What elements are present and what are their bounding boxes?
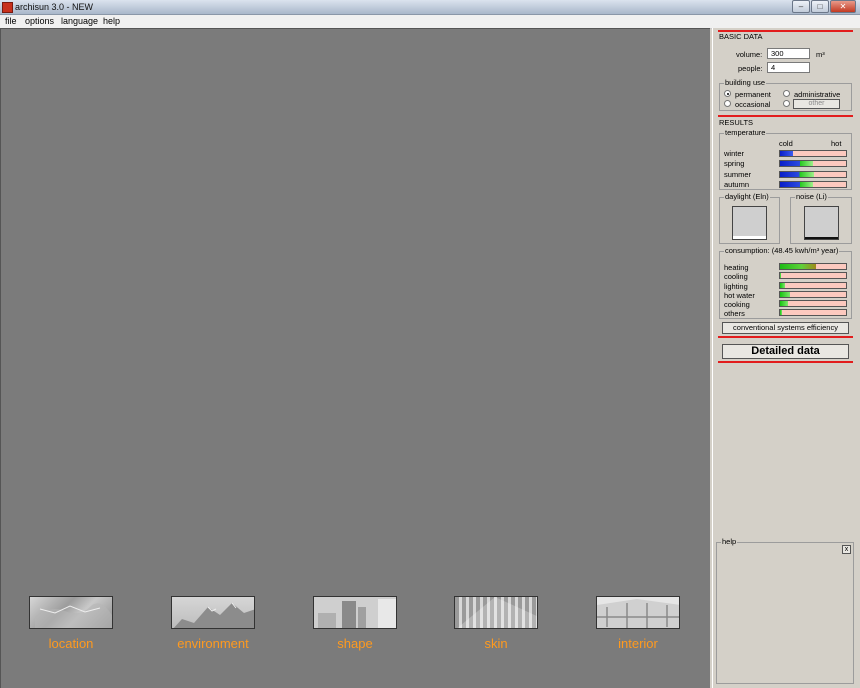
cooking-bar [779, 300, 847, 307]
results-title: RESULTS [719, 118, 754, 127]
winter-bar-fill [780, 151, 794, 156]
consumption-title: consumption: (48.45 kwh/m³ year) [724, 246, 840, 255]
location-label[interactable]: location [16, 636, 126, 651]
separator-line [718, 115, 853, 117]
minimize-button[interactable]: – [792, 0, 810, 13]
winter-label: winter [724, 149, 745, 158]
environment-thumbnail[interactable] [171, 596, 255, 629]
location-thumbnail[interactable] [29, 596, 113, 629]
radio-administrative[interactable] [783, 90, 790, 97]
window-title: archisun 3.0 - NEW [15, 2, 94, 12]
minimize-icon: – [798, 2, 804, 11]
environment-label[interactable]: environment [158, 636, 268, 651]
shape-thumbnail[interactable] [313, 596, 397, 629]
people-label: people: [738, 64, 763, 73]
building-use-title: building use [724, 78, 767, 87]
noise-title: noise (Li) [795, 192, 828, 201]
lighting-label: lighting [724, 282, 748, 291]
volume-unit: m³ [816, 50, 825, 59]
close-icon: ✕ [839, 2, 847, 11]
heating-bar-fill [780, 264, 817, 269]
hot-label: hot [831, 139, 842, 148]
radio-occasional[interactable] [724, 100, 731, 107]
others-bar [779, 309, 847, 316]
others-bar-fill [780, 310, 782, 315]
basic-data-title: BASIC DATA [719, 32, 763, 41]
autumn-bar [779, 181, 847, 188]
conventional-systems-efficiency-button[interactable]: conventional systems efficiency [722, 322, 849, 334]
cooling-bar-fill [780, 273, 782, 278]
separator-line [718, 336, 853, 338]
interior-thumbnail[interactable] [596, 596, 680, 629]
others-label: others [724, 309, 745, 318]
title-bar: archisun 3.0 - NEW – □ ✕ [0, 0, 860, 15]
room-thumbnail-icon [597, 599, 679, 628]
help-group: help [716, 537, 854, 684]
skin-thumbnail[interactable] [454, 596, 538, 629]
cooling-bar [779, 272, 847, 279]
cooking-label: cooking [724, 300, 750, 309]
close-button[interactable]: ✕ [830, 0, 856, 13]
temperature-title: temperature [724, 128, 767, 137]
cooling-label: cooling [724, 272, 748, 281]
noise-level [805, 237, 838, 239]
hot-water-label: hot water [724, 291, 755, 300]
detailed-data-button[interactable]: Detailed data [722, 344, 849, 359]
radio-administrative-label[interactable]: administrative [794, 90, 840, 99]
buildings-thumbnail-icon [318, 599, 396, 628]
facade-thumbnail-icon [457, 597, 537, 628]
winter-bar [779, 150, 847, 157]
heating-bar [779, 263, 847, 270]
menu-options[interactable]: options [25, 15, 54, 28]
people-input[interactable]: 4 [767, 62, 810, 73]
skin-label[interactable]: skin [441, 636, 551, 651]
spring-bar [779, 160, 847, 167]
spring-bar-fill [780, 161, 813, 166]
daylight-preview [732, 206, 767, 240]
menu-bar: file options language help [0, 15, 860, 29]
hot-water-bar [779, 291, 847, 298]
cooking-bar-fill [780, 301, 788, 306]
spring-label: spring [724, 159, 745, 168]
summer-bar-fill [780, 172, 815, 177]
mountain-thumbnail-icon [173, 602, 254, 628]
menu-help[interactable]: help [103, 15, 120, 28]
maximize-button[interactable]: □ [811, 0, 829, 13]
lighting-bar [779, 282, 847, 289]
volume-input[interactable]: 300 [767, 48, 810, 59]
daylight-level [733, 235, 766, 239]
autumn-label: autumn [724, 180, 750, 189]
menu-language[interactable]: language [61, 15, 98, 28]
shape-label[interactable]: shape [300, 636, 410, 651]
lighting-bar-fill [780, 283, 786, 288]
radio-occasional-label[interactable]: occasional [735, 100, 770, 109]
heating-label: heating [724, 263, 749, 272]
summer-bar [779, 171, 847, 178]
volume-label: volume: [736, 50, 763, 59]
autumn-bar-fill [780, 182, 813, 187]
workspace-canvas[interactable] [0, 28, 710, 688]
summer-label: summer [724, 170, 752, 179]
app-icon [2, 2, 13, 13]
noise-preview [804, 206, 839, 240]
maximize-icon: □ [817, 2, 823, 11]
cold-label: cold [779, 139, 793, 148]
help-close-button[interactable]: x [842, 545, 851, 554]
radio-permanent-label[interactable]: permanent [735, 90, 771, 99]
hot-water-bar-fill [780, 292, 790, 297]
radio-permanent[interactable] [724, 90, 731, 97]
radio-other[interactable] [783, 100, 790, 107]
daylight-title: daylight (Eln) [724, 192, 770, 201]
menu-file[interactable]: file [5, 15, 17, 28]
separator-line [718, 361, 853, 363]
map-thumbnail-icon [35, 603, 112, 628]
interior-label[interactable]: interior [583, 636, 693, 651]
other-button[interactable]: other [793, 99, 840, 109]
help-title: help [721, 537, 738, 546]
